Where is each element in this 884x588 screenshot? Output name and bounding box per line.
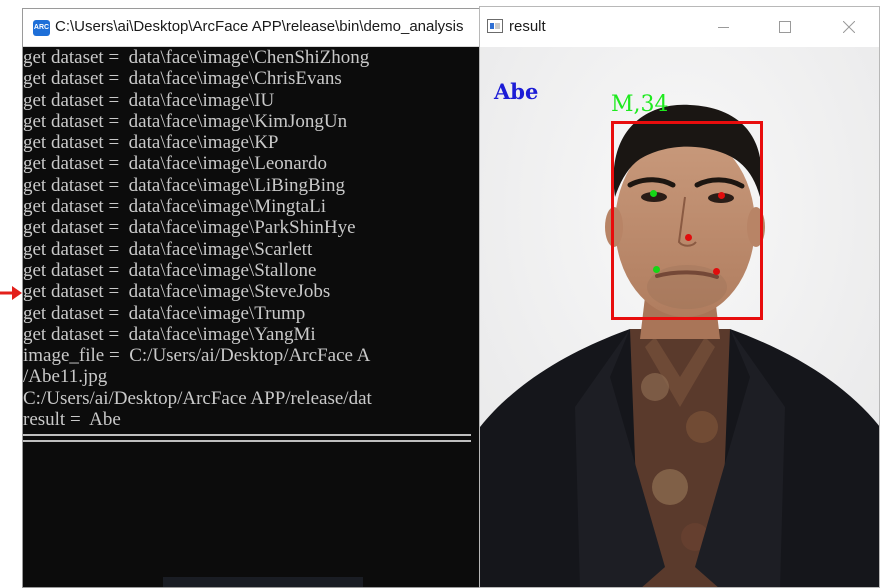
close-button[interactable] [826, 7, 872, 47]
console-window: ARC C:\Users\ai\Desktop\ArcFace APP\rele… [22, 8, 484, 588]
landmark-nose [685, 234, 692, 241]
result-window: result Abe M,34 [479, 6, 880, 588]
console-line: get dataset = data\face\image\ChrisEvans [23, 68, 342, 90]
console-line: C:/Users/ai/Desktop/ArcFace APP/release/… [23, 387, 372, 409]
minimize-icon [717, 26, 729, 28]
maximize-icon [779, 21, 791, 33]
maximize-button[interactable] [762, 7, 808, 47]
console-line: /Abe11.jpg [23, 366, 108, 388]
console-line: get dataset = data\face\image\Leonardo [23, 153, 328, 175]
console-scrollbar[interactable] [163, 577, 363, 587]
close-icon [843, 21, 855, 33]
console-line: get dataset = data\face\image\ParkShinHy… [23, 217, 356, 239]
console-line: get dataset = data\face\image\KimJongUn [23, 110, 348, 132]
console-line: get dataset = data\face\image\SteveJobs [23, 281, 331, 303]
console-title: C:\Users\ai\Desktop\ArcFace APP\release\… [55, 18, 464, 35]
console-output: get dataset = data\face\image\ChenShiZho… [23, 47, 483, 587]
predicted-name-label: Abe [494, 79, 539, 104]
console-line: get dataset = data\face\image\ChenShiZho… [23, 47, 370, 68]
console-line: get dataset = data\face\image\Scarlett [23, 238, 313, 260]
result-titlebar[interactable]: result [480, 7, 879, 47]
console-line: get dataset = data\face\image\IU [23, 89, 275, 111]
minimize-button[interactable] [700, 7, 746, 47]
arcface-app-icon: ARC [33, 20, 50, 36]
console-line: get dataset = data\face\image\LiBingBing [23, 174, 345, 196]
console-divider [23, 434, 471, 443]
console-line: get dataset = data\face\image\MingtaLi [23, 196, 326, 218]
console-line: get dataset = data\face\image\YangMi [23, 323, 316, 345]
console-titlebar[interactable]: ARC C:\Users\ai\Desktop\ArcFace APP\rele… [23, 9, 483, 47]
console-line: get dataset = data\face\image\Stallone [23, 259, 317, 281]
landmark-right-mouth [713, 268, 720, 275]
console-line: get dataset = data\face\image\KP [23, 132, 279, 154]
red-arrow-icon [0, 286, 22, 300]
landmark-left-eye [650, 190, 657, 197]
result-title: result [509, 18, 546, 35]
console-line: get dataset = data\face\image\Trump [23, 302, 306, 324]
console-line: image_file = C:/Users/ai/Desktop/ArcFace… [23, 345, 371, 367]
face-bounding-box [611, 121, 763, 320]
image-window-icon [487, 19, 503, 33]
gender-age-label: M,34 [611, 92, 669, 117]
console-line: result = Abe [23, 409, 121, 431]
landmark-right-eye [718, 192, 725, 199]
landmark-left-mouth [653, 266, 660, 273]
